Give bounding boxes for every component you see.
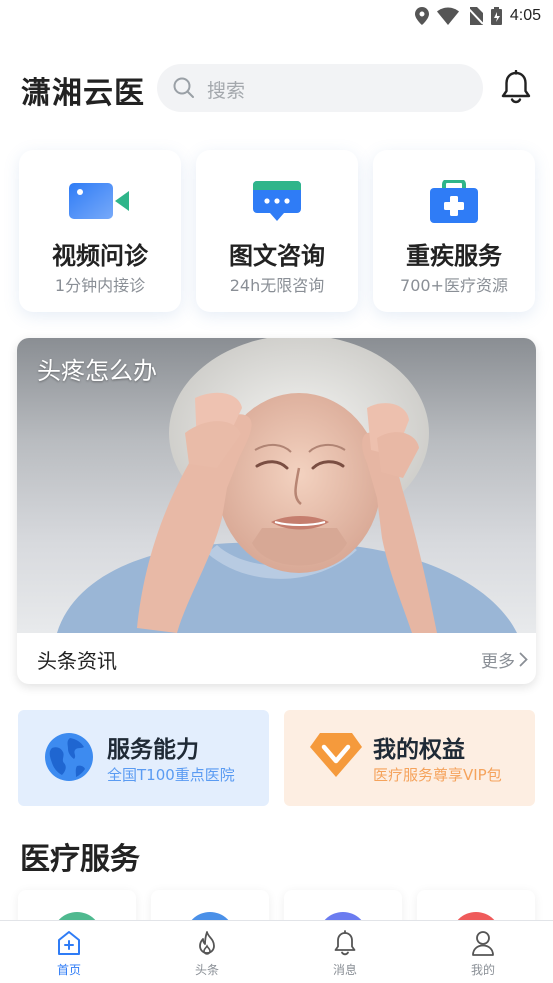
medical-services-title: 医疗服务	[20, 842, 140, 877]
my-benefits-subtitle: 医疗服务尊享VIP包	[373, 766, 502, 784]
chat-bubble-icon	[253, 181, 301, 221]
tab-home[interactable]: 首页	[0, 921, 138, 983]
news-photo[interactable]: 头疼怎么办	[17, 338, 536, 633]
battery-icon	[490, 7, 502, 25]
tab-label: 首页	[56, 963, 81, 977]
flame-icon	[199, 931, 215, 955]
user-icon	[472, 931, 494, 956]
tab-headlines[interactable]: 头条	[138, 921, 276, 983]
more-link[interactable]: 更多	[481, 647, 528, 672]
no-sim-icon	[467, 7, 483, 25]
search-icon	[173, 77, 194, 98]
medical-kit-icon	[430, 180, 478, 223]
tab-profile[interactable]: 我的	[414, 921, 552, 983]
quick-card-title: 视频问诊	[52, 242, 148, 270]
quick-card-critical-illness[interactable]: 重疾服务 700+医疗资源	[373, 150, 535, 312]
quick-card-title: 重疾服务	[406, 242, 502, 270]
video-camera-icon	[69, 183, 129, 219]
tab-label: 消息	[332, 963, 357, 977]
quick-card-subtitle: 1分钟内接诊	[54, 276, 146, 295]
bell-icon[interactable]	[500, 70, 532, 104]
news-section-label: 头条资讯	[37, 649, 117, 673]
globe-icon	[45, 733, 93, 781]
quick-card-title: 图文咨询	[229, 242, 325, 270]
chevron-right-icon	[519, 652, 528, 667]
app-header: 潇湘云医 搜索	[0, 60, 553, 118]
home-icon	[58, 931, 80, 955]
quick-card-subtitle: 24h无限咨询	[229, 276, 325, 295]
search-bar[interactable]: 搜索	[157, 64, 483, 112]
tab-label: 头条	[194, 963, 219, 977]
status-time: 4:05	[509, 7, 541, 24]
tab-label: 我的	[470, 963, 495, 977]
bell-icon	[334, 930, 356, 956]
status-bar: 4:05	[0, 0, 553, 32]
quick-card-subtitle: 700+医疗资源	[400, 276, 508, 295]
location-icon	[414, 7, 429, 25]
bottom-tab-bar: 首页 头条 消息 我的	[0, 920, 553, 983]
service-capability-card[interactable]: 服务能力 全国T100重点医院	[18, 710, 269, 806]
my-benefits-title: 我的权益	[373, 737, 465, 763]
quick-card-video-consult[interactable]: 视频问诊 1分钟内接诊	[19, 150, 181, 312]
my-benefits-card[interactable]: 我的权益 医疗服务尊享VIP包	[284, 710, 535, 806]
wifi-icon	[436, 7, 459, 25]
diamond-icon	[310, 733, 362, 777]
tab-messages[interactable]: 消息	[276, 921, 414, 983]
news-photo-caption: 头疼怎么办	[37, 357, 157, 385]
service-capability-title: 服务能力	[107, 737, 199, 763]
headline-news-card[interactable]: 头疼怎么办 头条资讯 更多	[17, 338, 536, 684]
search-input[interactable]: 搜索	[207, 76, 245, 103]
service-capability-subtitle: 全国T100重点医院	[107, 766, 235, 784]
app-title: 潇湘云医	[21, 76, 145, 111]
quick-card-text-consult[interactable]: 图文咨询 24h无限咨询	[196, 150, 358, 312]
more-link-label: 更多	[481, 652, 515, 672]
